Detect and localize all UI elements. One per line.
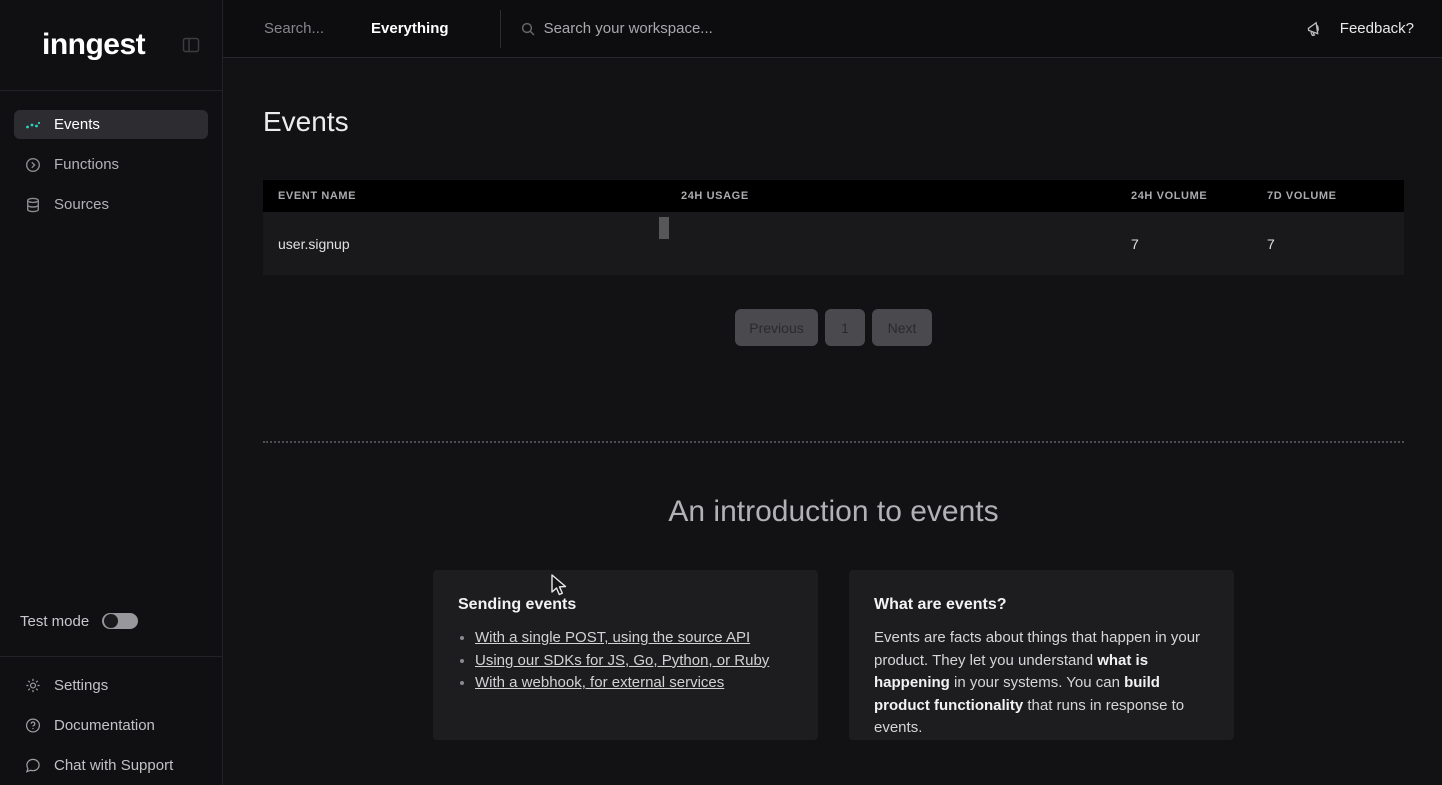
card-body-text: Events are facts about things that happe… [874, 627, 1209, 740]
content: Events EVENT NAME 24H USAGE 24H VOLUME 7… [223, 105, 1442, 740]
toggle-knob [104, 614, 118, 628]
link-sdks[interactable]: Using our SDKs for JS, Go, Python, or Ru… [475, 652, 769, 669]
workspace-search-input[interactable] [544, 20, 1306, 37]
search-label: Search... [264, 20, 324, 37]
sidebar-item-sources[interactable]: Sources [14, 190, 208, 219]
megaphone-icon [1306, 20, 1324, 38]
footer-item-label: Chat with Support [54, 757, 173, 774]
gear-icon [25, 677, 41, 693]
list-item: With a webhook, for external services [475, 672, 793, 695]
database-icon [25, 197, 41, 213]
chat-bubble-icon [25, 757, 41, 773]
test-mode-row: Test mode [0, 606, 222, 636]
feedback-label: Feedback? [1340, 20, 1414, 37]
sidebar-item-label: Functions [54, 156, 119, 173]
list-item: With a single POST, using the source API [475, 627, 793, 650]
sidebar-item-documentation[interactable]: Documentation [0, 705, 222, 745]
sidebar-collapse-icon[interactable] [182, 36, 200, 54]
card-link-list: With a single POST, using the source API… [458, 627, 793, 695]
sidebar-footer: Test mode Settings [0, 606, 222, 785]
sidebar-header: inngest [0, 0, 222, 91]
intro-cards: Sending events With a single POST, using… [263, 570, 1404, 740]
feedback-button[interactable]: Feedback? [1306, 20, 1414, 38]
main-area: Search... Everything Feedback? Events EV [223, 0, 1442, 785]
test-mode-toggle[interactable] [102, 613, 138, 629]
sidebar: inngest Events Functions [0, 0, 223, 785]
footer-item-label: Settings [54, 677, 108, 694]
test-mode-label: Test mode [20, 613, 89, 630]
volume-7d-cell: 7 [1267, 236, 1404, 252]
sending-events-card: Sending events With a single POST, using… [433, 570, 818, 740]
link-single-post-source-api[interactable]: With a single POST, using the source API [475, 629, 750, 646]
sidebar-item-label: Events [54, 116, 100, 133]
page-number-button[interactable]: 1 [825, 309, 865, 346]
card-title: What are events? [874, 596, 1209, 614]
footer-item-label: Documentation [54, 717, 155, 734]
link-webhook[interactable]: With a webhook, for external services [475, 674, 724, 691]
page-title: Events [263, 105, 1404, 138]
previous-page-button[interactable]: Previous [735, 309, 818, 346]
list-item: Using our SDKs for JS, Go, Python, or Ru… [475, 650, 793, 673]
column-header-24h-usage: 24H USAGE [681, 190, 1131, 202]
table-row[interactable]: user.signup 7 7 [263, 212, 1404, 275]
search-icon [521, 22, 535, 36]
column-header-event-name: EVENT NAME [263, 190, 681, 202]
sidebar-item-functions[interactable]: Functions [14, 150, 208, 179]
events-table: EVENT NAME 24H USAGE 24H VOLUME 7D VOLUM… [263, 180, 1404, 275]
function-circle-icon [25, 157, 41, 173]
sidebar-item-chat-support[interactable]: Chat with Support [0, 745, 222, 785]
event-name-cell: user.signup [263, 236, 681, 252]
card-title: Sending events [458, 596, 793, 614]
sidebar-item-label: Sources [54, 196, 109, 213]
section-divider [263, 441, 1404, 443]
sidebar-item-events[interactable]: Events [14, 110, 208, 139]
sparkline-bar [659, 217, 669, 239]
volume-24h-cell: 7 [1131, 236, 1267, 252]
intro-heading: An introduction to events [263, 494, 1404, 529]
column-header-7d-volume: 7D VOLUME [1267, 190, 1404, 202]
events-dots-icon [25, 117, 41, 133]
topbar: Search... Everything Feedback? [223, 0, 1442, 58]
table-header: EVENT NAME 24H USAGE 24H VOLUME 7D VOLUM… [263, 180, 1404, 212]
pagination: Previous 1 Next [263, 309, 1404, 346]
sidebar-nav: Events Functions Sources [0, 91, 222, 249]
sidebar-item-settings[interactable]: Settings [0, 665, 222, 705]
next-page-button[interactable]: Next [872, 309, 932, 346]
what-are-events-card: What are events? Events are facts about … [849, 570, 1234, 740]
search-scope-selector[interactable]: Everything [371, 20, 449, 37]
inngest-logo: inngest [42, 28, 145, 62]
topbar-divider [500, 10, 501, 48]
column-header-24h-volume: 24H VOLUME [1131, 190, 1267, 202]
question-circle-icon [25, 717, 41, 733]
